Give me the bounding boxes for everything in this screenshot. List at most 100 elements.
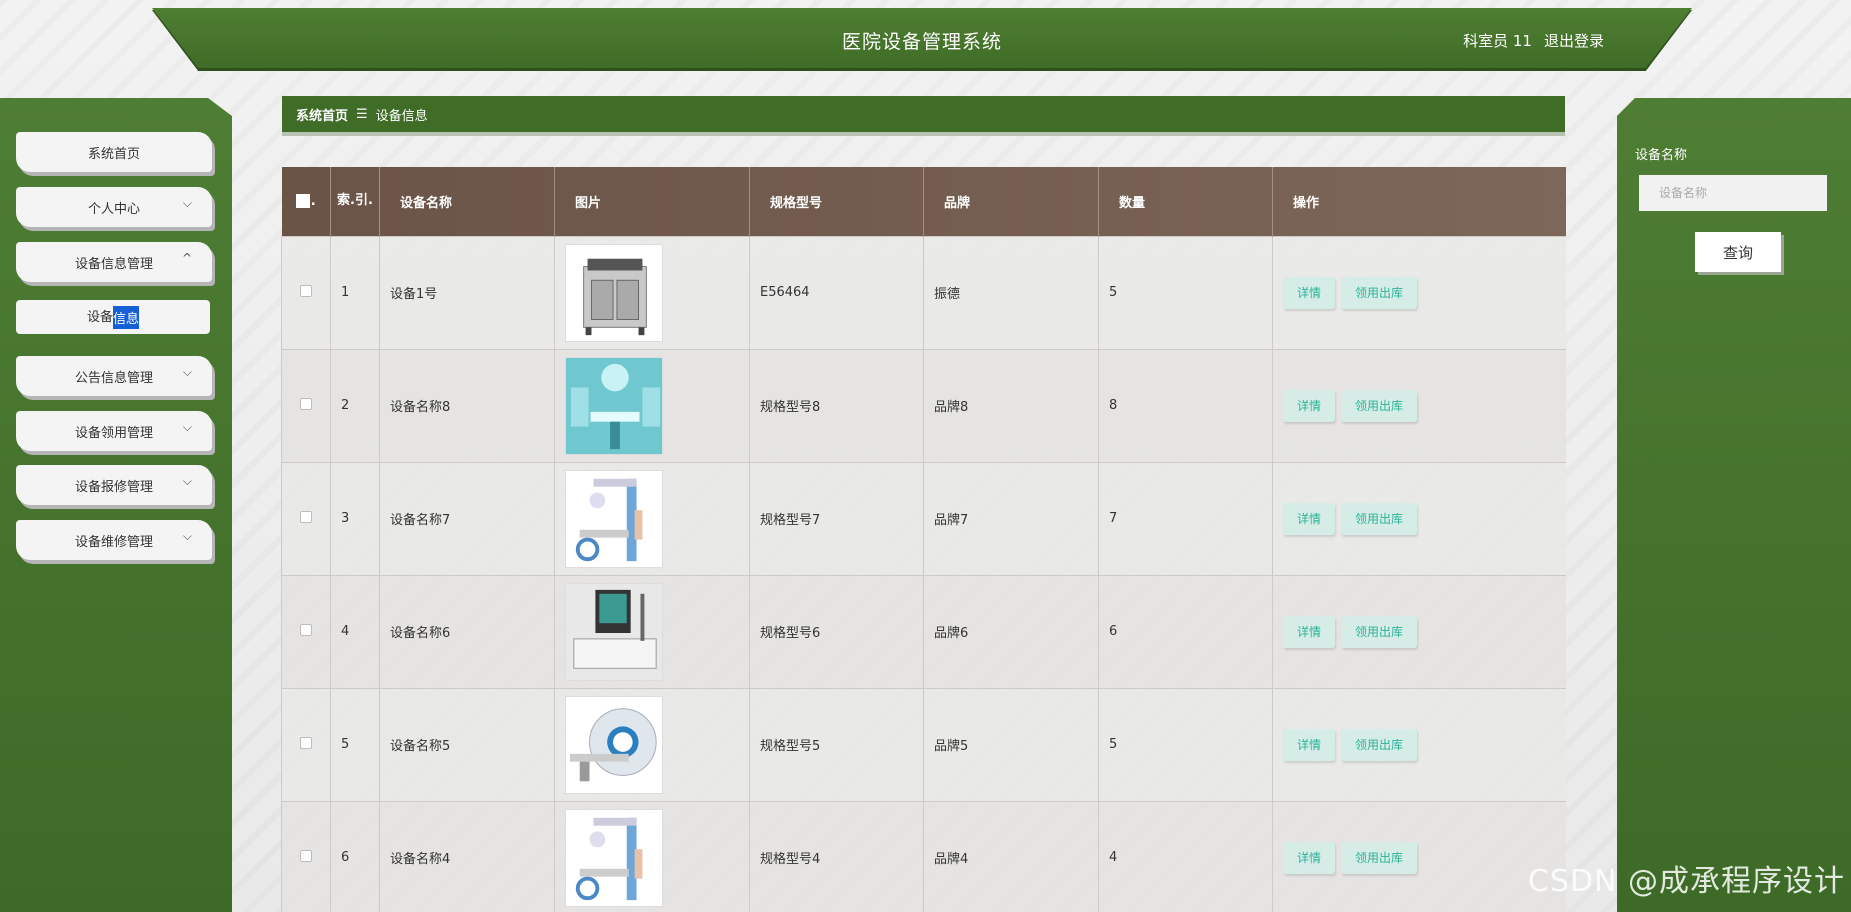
selected-text-highlight: 信息 <box>113 305 140 329</box>
row-actions: 详情 领用出库 <box>1272 800 1566 912</box>
row-checkbox[interactable] <box>300 736 312 749</box>
checkout-button[interactable]: 领用出库 <box>1341 615 1418 648</box>
row-quantity: 6 <box>1098 574 1273 689</box>
monitor-cart-image <box>565 582 663 681</box>
logout-link[interactable]: 退出登录 <box>1544 30 1604 51</box>
row-brand: 振德 <box>923 235 1099 350</box>
checkout-button[interactable]: 领用出库 <box>1341 276 1418 309</box>
row-model: 规格型号7 <box>749 461 924 576</box>
sidebar-item-label: 个人中心 <box>87 201 140 217</box>
table-header-row: . 索.引. 设备名称 图片 规格型号 品牌 数量 操作 <box>281 167 1566 236</box>
header-actions: 操作 <box>1272 167 1566 236</box>
row-select-cell <box>281 687 331 802</box>
detail-button[interactable]: 详情 <box>1283 502 1336 535</box>
row-image-cell <box>554 687 750 802</box>
sidebar-item-home[interactable]: 系统首页 <box>16 132 212 172</box>
sidebar-item-label: 设备维修管理 <box>74 534 153 550</box>
header-brand: 品牌 <box>923 167 1099 236</box>
sidebar-item-label: 设备报修管理 <box>74 479 153 495</box>
search-button[interactable]: 查询 <box>1695 232 1781 272</box>
user-name[interactable]: 科室员 11 <box>1463 30 1532 51</box>
sidebar-item-personal-center[interactable]: 个人中心 ⌵ <box>16 187 212 227</box>
row-model: 规格型号6 <box>749 574 924 689</box>
row-quantity: 5 <box>1098 687 1273 802</box>
table-row: 5 设备名称5 规格型号5 品牌5 5 详情 领用出库 <box>281 687 1566 802</box>
fryer-equipment-image <box>565 243 663 342</box>
row-select-cell <box>281 235 331 350</box>
row-model: 规格型号5 <box>749 687 924 802</box>
right-search-panel: 设备名称 查询 <box>1617 98 1851 912</box>
sidebar-item-device-info-management[interactable]: 设备信息管理 ^ <box>16 242 212 282</box>
sidebar-item-label: 设备领用管理 <box>74 425 153 441</box>
row-checkbox[interactable] <box>300 849 312 862</box>
sidebar-item-device-requisition[interactable]: 设备领用管理 ⌵ <box>16 411 212 451</box>
breadcrumb-separator-icon: ☰ <box>356 106 368 122</box>
breadcrumb: 系统首页 ☰ 设备信息 <box>282 96 1565 136</box>
row-actions: 详情 领用出库 <box>1272 235 1566 350</box>
row-actions: 详情 领用出库 <box>1272 461 1566 576</box>
row-model: 规格型号4 <box>749 800 924 912</box>
header-quantity: 数量 <box>1098 167 1273 236</box>
row-checkbox[interactable] <box>300 510 312 523</box>
row-index: 5 <box>330 687 380 802</box>
checkout-button[interactable]: 领用出库 <box>1341 728 1418 761</box>
chevron-down-icon: ⌵ <box>182 196 192 210</box>
sidebar-item-maintenance[interactable]: 设备维修管理 ⌵ <box>16 520 212 560</box>
sidebar-item-label: 公告信息管理 <box>74 370 153 386</box>
table-row: 1 设备1号 E56464 振德 5 详情 领用出库 <box>281 235 1566 350</box>
checkout-button[interactable]: 领用出库 <box>1341 502 1418 535</box>
chevron-down-icon: ⌵ <box>182 474 192 488</box>
table-row: 2 设备名称8 规格型号8 品牌8 8 详情 领用出库 <box>281 348 1566 463</box>
detail-button[interactable]: 详情 <box>1283 276 1336 309</box>
detail-button[interactable]: 详情 <box>1283 389 1336 422</box>
row-model: E56464 <box>749 235 924 350</box>
row-device-name: 设备1号 <box>379 235 555 350</box>
select-all-checkbox[interactable] <box>295 194 310 209</box>
table-row: 6 设备名称4 规格型号4 品牌4 4 详情 领用出库 <box>281 800 1566 912</box>
row-device-name: 设备名称7 <box>379 461 555 576</box>
ct-scanner-image <box>565 695 663 794</box>
row-image-cell <box>554 461 750 576</box>
device-table: . 索.引. 设备名称 图片 规格型号 品牌 数量 操作 1 设备1号 E564… <box>281 167 1566 912</box>
checkout-button[interactable]: 领用出库 <box>1341 389 1418 422</box>
row-select-cell <box>281 800 331 912</box>
chevron-up-icon: ^ <box>181 251 192 265</box>
row-actions: 详情 领用出库 <box>1272 687 1566 802</box>
header-select-all: . <box>281 167 331 236</box>
row-quantity: 8 <box>1098 348 1273 463</box>
sidebar-subitem-device-info[interactable]: 设备 信息 <box>16 300 210 334</box>
header-name: 设备名称 <box>379 167 555 236</box>
row-select-cell <box>281 461 331 576</box>
row-index: 1 <box>330 235 380 350</box>
row-brand: 品牌5 <box>923 687 1099 802</box>
left-sidebar: 系统首页 个人中心 ⌵ 设备信息管理 ^ 设备 信息 公告信息管理 ⌵ 设备领用管… <box>0 98 232 912</box>
checkout-button[interactable]: 领用出库 <box>1341 841 1418 874</box>
row-checkbox[interactable] <box>300 397 312 410</box>
table-row: 3 设备名称7 规格型号7 品牌7 7 详情 领用出库 <box>281 461 1566 576</box>
row-device-name: 设备名称6 <box>379 574 555 689</box>
row-index: 4 <box>330 574 380 689</box>
row-brand: 品牌8 <box>923 348 1099 463</box>
breadcrumb-home[interactable]: 系统首页 <box>296 105 348 124</box>
row-model: 规格型号8 <box>749 348 924 463</box>
sidebar-item-repair-report[interactable]: 设备报修管理 ⌵ <box>16 465 212 505</box>
xray-machine-image <box>565 469 663 568</box>
sidebar-item-notice-management[interactable]: 公告信息管理 ⌵ <box>16 356 212 396</box>
row-device-name: 设备名称5 <box>379 687 555 802</box>
row-image-cell <box>554 800 750 912</box>
sidebar-item-label: 系统首页 <box>87 146 140 162</box>
row-select-cell <box>281 348 331 463</box>
detail-button[interactable]: 详情 <box>1283 841 1336 874</box>
sidebar-subitem-label-part: 设备 <box>86 309 113 325</box>
sidebar-item-label: 设备信息管理 <box>74 256 153 272</box>
chevron-down-icon: ⌵ <box>182 365 192 379</box>
row-actions: 详情 领用出库 <box>1272 348 1566 463</box>
table-body: 1 设备1号 E56464 振德 5 详情 领用出库 2 设备名称8 规格型号8… <box>281 235 1566 912</box>
row-checkbox[interactable] <box>300 284 312 297</box>
detail-button[interactable]: 详情 <box>1283 615 1336 648</box>
header-model: 规格型号 <box>749 167 924 236</box>
user-area: 科室员 11 退出登录 <box>1463 30 1604 51</box>
detail-button[interactable]: 详情 <box>1283 728 1336 761</box>
row-checkbox[interactable] <box>300 623 312 636</box>
search-input[interactable] <box>1639 175 1827 211</box>
